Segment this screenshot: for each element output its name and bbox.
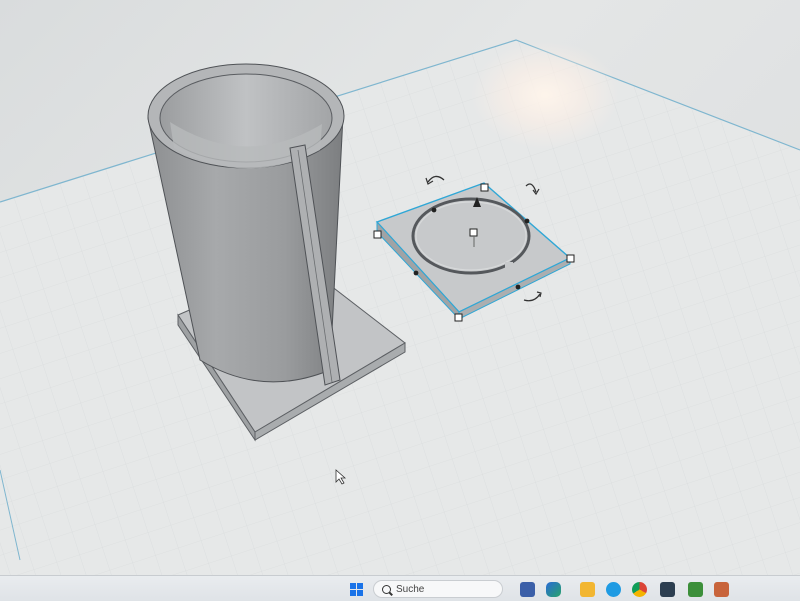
handle-edge-1 [431, 207, 437, 213]
handle-bottom [454, 313, 463, 322]
handle-edge-4 [515, 284, 521, 290]
chrome-icon[interactable] [632, 582, 647, 597]
search-label: Suche [396, 583, 425, 595]
file-explorer-icon[interactable] [580, 582, 595, 597]
minecraft-icon[interactable] [688, 582, 703, 597]
3d-viewport[interactable] [0, 0, 800, 575]
app-icon[interactable] [520, 582, 535, 597]
handle-edge-2 [524, 218, 530, 224]
workplane-canvas[interactable] [0, 0, 800, 575]
taskbar-search-box[interactable]: Suche [373, 580, 503, 598]
handle-left [373, 230, 382, 239]
screen [0, 0, 800, 600]
taskbar: Suche [0, 575, 800, 601]
handle-center [469, 228, 478, 237]
handle-right [566, 254, 575, 263]
app-icon-3[interactable] [714, 582, 729, 597]
edge-icon[interactable] [606, 582, 621, 597]
handle-top [480, 183, 489, 192]
copilot-icon[interactable] [546, 582, 561, 597]
app-icon-2[interactable] [660, 582, 675, 597]
search-icon [382, 584, 391, 594]
windows-start-icon[interactable] [350, 583, 363, 596]
workplane-grid [0, 40, 800, 575]
handle-edge-3 [413, 270, 419, 276]
